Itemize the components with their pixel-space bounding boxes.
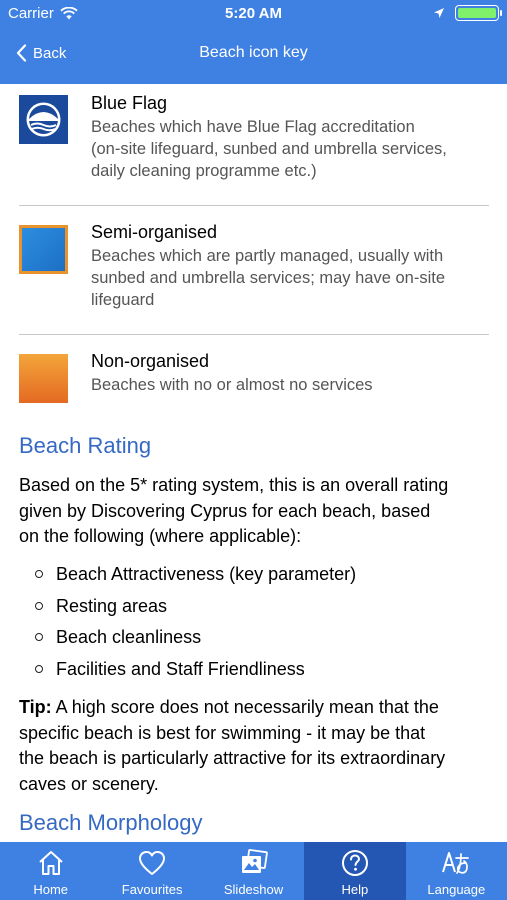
tab-label: Help (341, 882, 369, 897)
battery-level (458, 8, 496, 18)
key-desc-line: Beaches which have Blue Flag accreditati… (91, 118, 415, 136)
battery-icon (455, 5, 502, 21)
tip-line: Tip: A high score does not necessarily m… (19, 695, 489, 721)
key-text: Blue Flag Beaches which have Blue Flag a… (91, 92, 489, 182)
status-bar: Carrier 5:20 AM (0, 0, 507, 28)
key-desc-line: Beaches with no or almost no services (91, 376, 373, 394)
status-time: 5:20 AM (225, 5, 282, 22)
key-desc-line: daily cleaning programme etc.) (91, 162, 317, 180)
key-desc: Beaches which have Blue Flag accreditati… (91, 116, 489, 182)
key-desc-line: (on-site lifeguard, sunbed and umbrella … (91, 140, 447, 158)
tab-language[interactable]: Language (406, 842, 507, 900)
section-heading-morphology: Beach Morphology (19, 810, 203, 835)
tip-line: specific beach is best for swimming - it… (19, 722, 426, 743)
divider (19, 205, 489, 206)
key-text: Semi-organised Beaches which are partly … (91, 221, 489, 311)
status-right (433, 5, 502, 21)
key-desc: Beaches with no or almost no services (91, 374, 489, 396)
list-item: Facilities and Staff Friendliness (35, 654, 356, 686)
rating-intro-line: Based on the 5* rating system, this is a… (19, 475, 449, 495)
home-icon (39, 851, 63, 875)
key-item-non-organised: Non-organised Beaches with no or almost … (19, 350, 489, 410)
tip-text: A high score does not necessarily mean t… (51, 697, 439, 717)
rating-intro-line: on the following (where applicable): (19, 526, 302, 546)
key-text: Non-organised Beaches with no or almost … (91, 350, 489, 396)
slideshow-icon (241, 849, 268, 873)
help-icon (341, 850, 368, 876)
rating-criteria-list: Beach Attractiveness (key parameter) Res… (35, 559, 356, 685)
tip-line: the beach is particularly attractive for… (19, 748, 446, 768)
tab-label: Slideshow (223, 882, 284, 897)
tab-label: Favourites (121, 882, 183, 897)
location-arrow-icon (434, 8, 444, 18)
rating-intro-line: given by Discovering Cyprus for each bea… (19, 500, 431, 521)
semi-organised-icon (19, 225, 68, 274)
tab-help[interactable]: Help (304, 842, 406, 900)
non-organised-icon (19, 354, 68, 403)
key-item-blue-flag: Blue Flag Beaches which have Blue Flag a… (19, 92, 489, 202)
section-heading-rating: Beach Rating (19, 433, 152, 458)
list-item: Resting areas (35, 591, 356, 623)
tab-slideshow[interactable]: Slideshow (203, 842, 304, 900)
key-title: Blue Flag (91, 93, 168, 113)
list-item: Beach cleanliness (35, 622, 356, 654)
tab-label: Home (33, 882, 69, 897)
tab-favourites[interactable]: Favourites (101, 842, 202, 900)
navigation-header: Carrier 5:20 AM Back Beach icon key (0, 0, 507, 84)
heart-icon (139, 851, 166, 875)
help-content[interactable]: Blue Flag Beaches which have Blue Flag a… (0, 84, 507, 842)
key-item-semi-organised: Semi-organised Beaches which are partly … (19, 221, 489, 331)
page-title: Beach icon key (199, 44, 308, 61)
nav-row: Back Beach icon key (0, 38, 507, 70)
tab-label: Language (427, 882, 486, 897)
key-desc-line: sunbed and umbrella services; may have o… (91, 269, 446, 287)
rating-intro: Based on the 5* rating system, this is a… (19, 473, 489, 550)
language-icon (442, 852, 470, 874)
tip-paragraph: Tip: A high score does not necessarily m… (19, 695, 489, 797)
divider (19, 334, 489, 335)
tab-home[interactable]: Home (0, 842, 101, 900)
list-item: Beach Attractiveness (key parameter) (35, 559, 356, 591)
key-title: Non-organised (91, 351, 210, 371)
key-desc-line: lifeguard (91, 291, 155, 309)
key-title: Semi-organised (91, 222, 218, 242)
key-desc-line: Beaches which are partly managed, usuall… (91, 247, 444, 265)
tip-line: caves or scenery. (19, 773, 159, 794)
blue-flag-icon (19, 95, 68, 144)
key-desc: Beaches which are partly managed, usuall… (91, 245, 489, 311)
tip-label: Tip: (19, 697, 52, 717)
tab-bar: Home Favourites Slideshow Help Language (0, 842, 507, 900)
